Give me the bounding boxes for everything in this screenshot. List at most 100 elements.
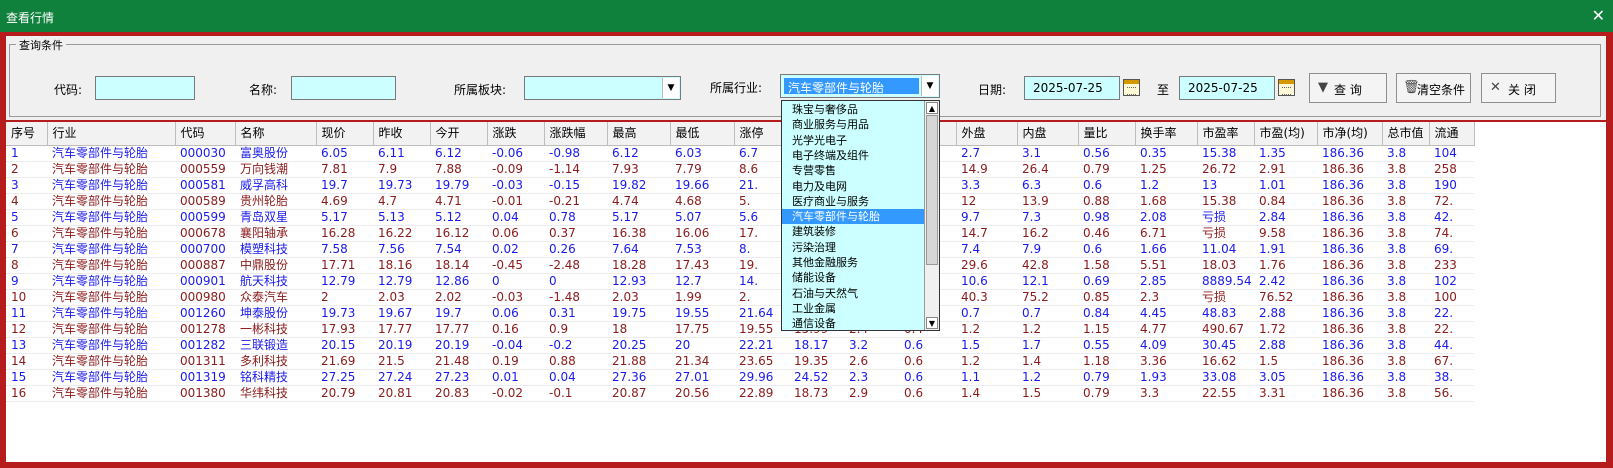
table-row[interactable]: 8 汽车零部件与轮胎 000887 中鼎股份 17.71 18.16 18.14 -0.45-… [6,257,1474,274]
sector-select[interactable]: ▼ [524,76,681,100]
chevron-down-icon[interactable]: ▼ [921,76,938,96]
dropdown-option[interactable]: 工业金属 [782,301,925,316]
column-header[interactable]: 序号 [6,122,48,146]
column-header[interactable]: 最低 [670,122,735,146]
column-header[interactable]: 换手率 [1135,122,1198,146]
dropdown-option[interactable]: 医疗商业与服务 [782,194,925,209]
dropdown-option[interactable]: 电子终端及组件 [782,148,925,163]
table-cell: 1.99 [670,289,734,306]
dropdown-option[interactable]: 商业服务与用品 [782,117,925,132]
dropdown-option[interactable]: 汽车零部件与轮胎 [782,209,925,225]
table-cell: 258 [1429,161,1474,178]
calendar-icon[interactable] [1278,79,1295,96]
column-header[interactable]: 今开 [430,122,488,146]
column-header[interactable]: 最高 [607,122,671,146]
table-cell: 76.52 [1254,289,1317,306]
table-cell: 4.45 [1135,305,1197,322]
industry-select[interactable]: 汽车零部件与轮胎 ▼ [780,74,940,98]
dropdown-option[interactable]: 电力及电网 [782,179,925,194]
table-cell: 000700 [175,241,235,258]
column-header[interactable]: 外盘 [956,122,1018,146]
table-cell: 186.36 [1317,337,1382,354]
date-from-input[interactable]: 2025-07-25 [1024,76,1120,100]
column-header[interactable]: 市盈(均) [1254,122,1318,146]
column-header[interactable]: 量比 [1078,122,1136,146]
table-row[interactable]: 1 汽车零部件与轮胎 000030 富奥股份 6.05 6.11 6.12 -0.06 -0.9… [6,145,1474,162]
table-row[interactable]: 9 汽车零部件与轮胎 000901 航天科技 12.79 12.79 12.86 0 0 12.9… [6,273,1474,290]
name-input[interactable] [291,76,396,100]
table-cell: 华纬科技 [235,385,316,402]
table-cell: 3.8 [1382,321,1429,338]
table-cell: -0.04 [487,337,544,354]
table-cell: 12.93 [607,273,670,290]
column-header[interactable]: 代码 [175,122,236,146]
table-cell: 坤泰股份 [235,305,316,322]
scroll-thumb[interactable] [926,115,938,265]
close-icon[interactable]: ✕ [1592,6,1605,25]
date-to-input[interactable]: 2025-07-25 [1179,76,1275,100]
scroll-up-icon[interactable]: ▲ [926,102,938,114]
column-header[interactable]: 涨跌 [487,122,545,146]
dropdown-option[interactable]: 通信设备 [782,316,925,331]
column-header[interactable]: 市盈率 [1197,122,1255,146]
dropdown-option[interactable]: 储能设备 [782,270,925,285]
table-cell: 3.8 [1382,193,1429,210]
clear-button[interactable]: 🗑 清空条件 [1396,73,1471,103]
column-header[interactable]: 流通 [1429,122,1475,146]
scroll-down-icon[interactable]: ▼ [926,317,938,329]
table-cell: 0 [487,273,544,290]
dropdown-option[interactable]: 珠宝与奢侈品 [782,102,925,117]
column-header[interactable]: 涨跌幅 [544,122,608,146]
calendar-icon[interactable] [1123,79,1140,96]
dropdown-option[interactable]: 光学光电子 [782,133,925,148]
table-cell: 001282 [175,337,235,354]
table-row[interactable]: 3 汽车零部件与轮胎 000581 威孚高科 19.7 19.73 19.79 -0.03 -0… [6,177,1474,194]
dropdown-option[interactable]: 建筑装修 [782,224,925,239]
table-cell: 7.54 [430,241,487,258]
table-row[interactable]: 7 汽车零部件与轮胎 000700 模塑科技 7.58 7.56 7.54 0.02 0.26 7… [6,241,1474,258]
table-cell: 186.36 [1317,225,1382,242]
table-row[interactable]: 11 汽车零部件与轮胎 001260 坤泰股份 19.73 19.67 19.7 0.06 0.… [6,305,1474,322]
table-cell: 12.79 [373,273,430,290]
column-header[interactable]: 现价 [316,122,374,146]
table-cell: 12.86 [430,273,487,290]
table-cell: 000581 [175,177,235,194]
table-cell: 27.23 [430,369,487,386]
table-row[interactable]: 12 汽车零部件与轮胎 001278 一彬科技 17.93 17.77 17.77 0.16 0… [6,321,1474,338]
industry-dropdown-list[interactable]: 珠宝与奢侈品 商业服务与用品 光学光电子 电子终端及组件 专营零售 电力及电网 医疗商业与服… [781,100,940,331]
dropdown-scrollbar[interactable]: ▲ ▼ [924,101,939,330]
table-row[interactable]: 5 汽车零部件与轮胎 000599 青岛双星 5.17 5.13 5.12 0.04 0.78 5… [6,209,1474,226]
query-button[interactable]: ▼ 查 询 [1309,73,1387,103]
column-header[interactable]: 行业 [47,122,176,146]
table-row[interactable]: 16 汽车零部件与轮胎 001380 华纬科技 20.79 20.81 20.83 -0.02… [6,385,1474,402]
table-cell: 186.36 [1317,241,1382,258]
table-cell: 2.88 [1254,305,1317,322]
table-row[interactable]: 15 汽车零部件与轮胎 001319 铭科精技 27.25 27.24 27.23 0.01 0… [6,369,1474,386]
close-button[interactable]: ✕ 关 闭 [1481,73,1556,103]
table-cell: 4.7 [373,193,430,210]
dropdown-option[interactable]: 污染治理 [782,240,925,255]
column-header[interactable]: 昨收 [373,122,431,146]
column-header[interactable]: 内盘 [1017,122,1079,146]
dropdown-option[interactable]: 石油与天然气 [782,286,925,301]
table-row[interactable]: 14 汽车零部件与轮胎 001311 多利科技 21.69 21.5 21.48 0.19 0.… [6,353,1474,370]
code-input[interactable] [95,76,195,100]
table-cell: 20.83 [430,385,487,402]
table-row[interactable]: 10 汽车零部件与轮胎 000980 众泰汽车 2 2.03 2.02 -0.03 -1.48 2… [6,289,1474,306]
column-header[interactable]: 总市值 [1382,122,1430,146]
table-row[interactable]: 2 汽车零部件与轮胎 000559 万向钱潮 7.81 7.9 7.88 -0.09 -1.14… [6,161,1474,178]
table-cell: 0.6 [899,385,956,402]
column-header[interactable]: 名称 [235,122,317,146]
table-cell: 27.01 [670,369,734,386]
dropdown-option[interactable]: 专营零售 [782,163,925,178]
column-header[interactable]: 市净(均) [1317,122,1383,146]
table-row[interactable]: 13 汽车零部件与轮胎 001282 三联锻造 20.15 20.19 20.19 -0.04… [6,337,1474,354]
table-row[interactable]: 4 汽车零部件与轮胎 000589 贵州轮胎 4.69 4.7 4.71 -0.01 -0.21… [6,193,1474,210]
table-cell: 18.14 [430,257,487,274]
dropdown-option[interactable]: 其他金融服务 [782,255,925,270]
table-row[interactable]: 6 汽车零部件与轮胎 000678 襄阳轴承 16.28 16.22 16.12 0.06 0.… [6,225,1474,242]
table-cell: 001311 [175,353,235,370]
chevron-down-icon[interactable]: ▼ [662,78,679,98]
table-cell: 15.38 [1197,193,1254,210]
table-cell: 19.35 [789,353,844,370]
